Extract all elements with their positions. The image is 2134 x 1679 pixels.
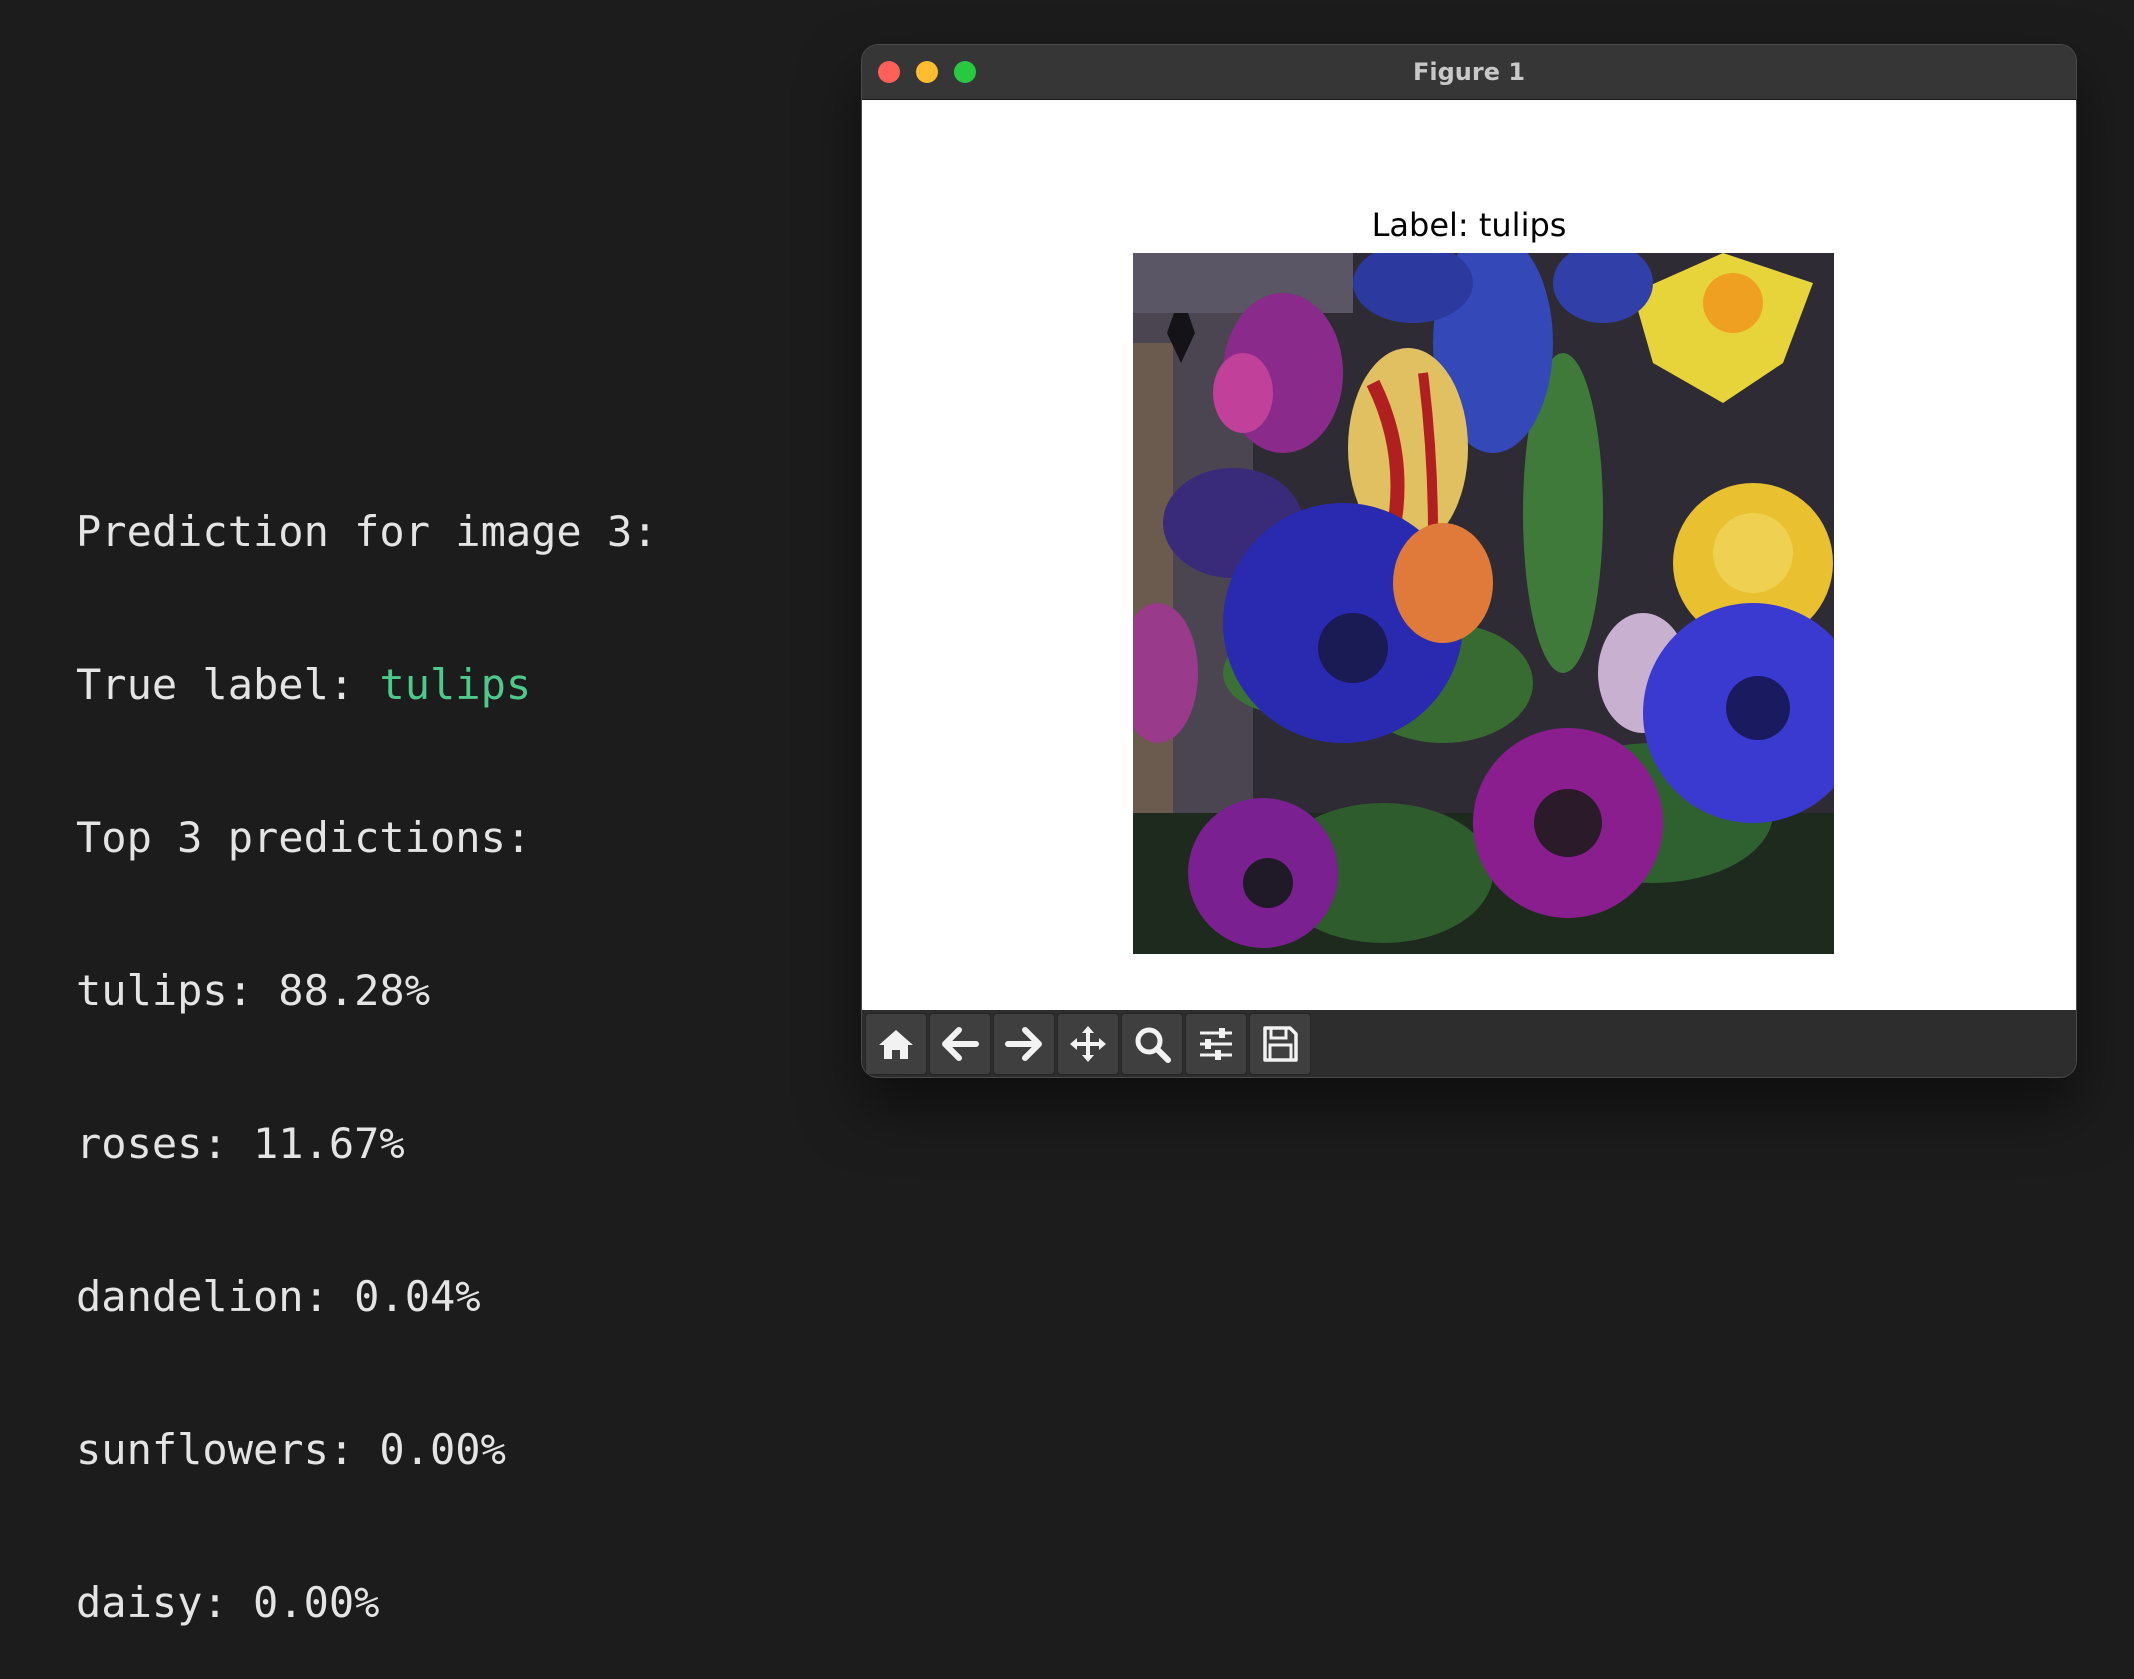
true-label-line: True label: tulips	[76, 659, 658, 710]
pan-button[interactable]	[1057, 1013, 1119, 1075]
zoom-magnifier-icon	[1135, 1027, 1171, 1063]
forward-arrow-icon	[1005, 1027, 1042, 1061]
forward-button[interactable]	[993, 1013, 1055, 1075]
figure-window[interactable]: Figure 1 Label: tulips	[862, 45, 2076, 1077]
prediction-tulips: tulips: 88.28%	[76, 966, 431, 1015]
top-predictions-header: Top 3 predictions:	[76, 813, 532, 862]
prediction-dandelion: dandelion: 0.04%	[76, 1272, 481, 1321]
prediction-header: Prediction for image 3:	[76, 507, 658, 556]
configure-subplots-icon	[1200, 1028, 1232, 1060]
flower-bouquet-image	[1133, 253, 1834, 954]
true-label-value: tulips	[379, 660, 532, 709]
back-arrow-icon	[942, 1027, 979, 1061]
terminal-output: Prediction for image 3: True label: tuli…	[76, 404, 658, 1679]
navigation-toolbar	[862, 1010, 2076, 1077]
configure-subplots-button[interactable]	[1185, 1013, 1247, 1075]
back-button[interactable]	[929, 1013, 991, 1075]
prediction-roses: roses: 11.67%	[76, 1119, 405, 1168]
window-titlebar[interactable]: Figure 1	[862, 45, 2076, 100]
pan-move-icon	[1070, 1026, 1106, 1062]
flower-image-drawing	[1133, 253, 1834, 954]
home-button[interactable]	[865, 1013, 927, 1075]
home-icon	[879, 1030, 913, 1059]
prediction-sunflowers: sunflowers: 0.00%	[76, 1425, 506, 1474]
window-title: Figure 1	[1412, 58, 1526, 86]
true-label-key: True label:	[76, 660, 380, 709]
save-floppy-icon	[1263, 1026, 1298, 1062]
axes-title: Label: tulips	[1371, 206, 1567, 244]
save-figure-button[interactable]	[1249, 1013, 1311, 1075]
zoom-button[interactable]	[1121, 1013, 1183, 1075]
prediction-daisy: daisy: 0.00%	[76, 1578, 380, 1627]
figure-canvas[interactable]: Label: tulips	[862, 100, 2076, 1010]
